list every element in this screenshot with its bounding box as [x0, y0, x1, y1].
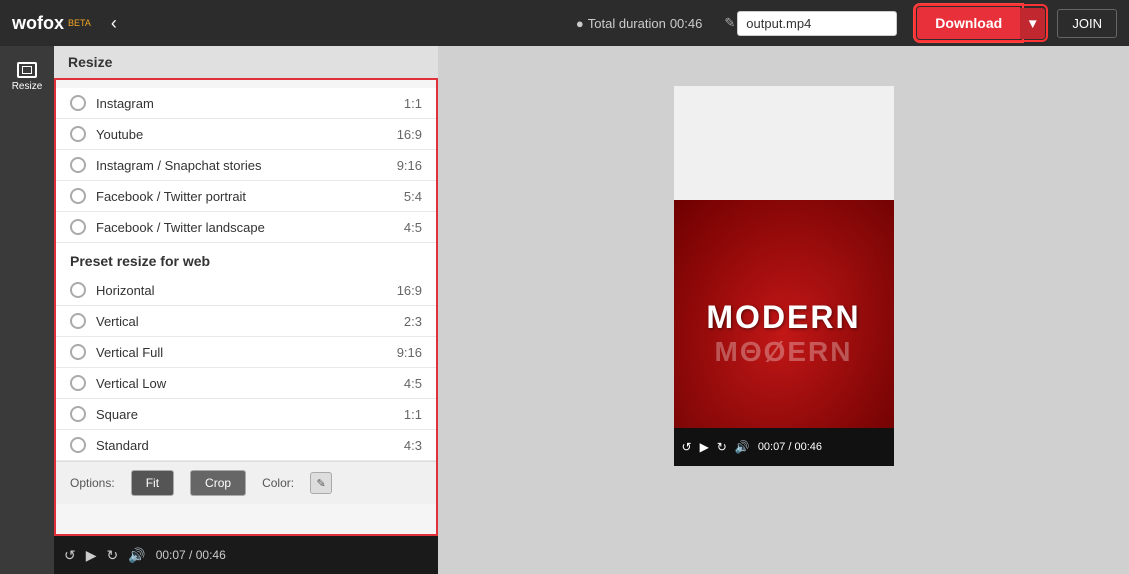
preview-text-sub: MΘØERN: [715, 336, 853, 368]
preview-forward-icon[interactable]: ↻: [717, 440, 727, 454]
options-row: Options: Fit Crop Color: ✎: [70, 470, 422, 496]
preset-label: Square: [96, 407, 404, 422]
total-duration: ● Total duration 00:46: [576, 16, 702, 31]
sidebar-item-resize[interactable]: Resize: [8, 54, 47, 100]
preset-ratio: 4:3: [404, 438, 422, 453]
preset-label: Horizontal: [96, 283, 397, 298]
preview-bottom-bar: ↺ ▶ ↻ 🔊 00:07 / 00:46: [674, 428, 894, 466]
preset-label: Vertical: [96, 314, 404, 329]
radio-square[interactable]: [70, 406, 86, 422]
clock-icon: ●: [576, 16, 584, 31]
preview-text-main: MODERN: [706, 299, 860, 336]
forward-button[interactable]: ↻: [107, 547, 119, 564]
radio-youtube[interactable]: [70, 126, 86, 142]
color-picker-icon[interactable]: ✎: [310, 472, 332, 494]
time-display: 00:07 / 00:46: [156, 548, 226, 562]
preview-container: MODERN MΘØERN ↺ ▶ ↻ 🔊 00:07 / 00:46: [674, 86, 894, 466]
preview-play-icon[interactable]: ▶: [700, 440, 709, 454]
preset-ratio: 5:4: [404, 189, 422, 204]
color-label: Color:: [262, 476, 294, 490]
panel-bottom-bar: ↺ ▶ ↻ 🔊 00:07 / 00:46: [54, 536, 438, 574]
preset-list: Instagram 1:1 Youtube 16:9 Instagram / S…: [56, 80, 436, 512]
radio-facebook-landscape[interactable]: [70, 219, 86, 235]
preview-volume-icon[interactable]: 🔊: [735, 440, 750, 454]
radio-instagram[interactable]: [70, 95, 86, 111]
list-item[interactable]: Instagram / Snapchat stories 9:16: [56, 150, 436, 181]
list-item[interactable]: Vertical Low 4:5: [56, 368, 436, 399]
total-duration-label: Total duration: [588, 16, 666, 31]
preset-label: Youtube: [96, 127, 397, 142]
list-item[interactable]: Vertical 2:3: [56, 306, 436, 337]
volume-button[interactable]: 🔊: [128, 547, 145, 564]
options-footer: Options: Fit Crop Color: ✎: [56, 461, 436, 504]
preset-label: Instagram: [96, 96, 404, 111]
preset-ratio: 4:5: [404, 220, 422, 235]
radio-vertical-full[interactable]: [70, 344, 86, 360]
radio-standard[interactable]: [70, 437, 86, 453]
preset-label: Standard: [96, 438, 404, 453]
filename-input[interactable]: [737, 11, 897, 36]
radio-instagram-stories[interactable]: [70, 157, 86, 173]
main-content: Resize Resize Instagram 1:1 Youtube 16:9: [0, 46, 1129, 574]
download-dropdown-button[interactable]: ▼: [1020, 8, 1045, 39]
preset-ratio: 1:1: [404, 96, 422, 111]
resize-panel-title: Resize: [68, 54, 112, 70]
resize-icon: [17, 62, 37, 78]
preset-label: Facebook / Twitter landscape: [96, 220, 404, 235]
preset-label: Vertical Full: [96, 345, 397, 360]
preset-ratio: 4:5: [404, 376, 422, 391]
sidebar: Resize: [0, 46, 54, 574]
play-button[interactable]: ▶: [86, 547, 97, 564]
preview-area: MODERN MΘØERN ↺ ▶ ↻ 🔊 00:07 / 00:46: [438, 46, 1129, 574]
preset-ratio: 2:3: [404, 314, 422, 329]
list-item[interactable]: Youtube 16:9: [56, 119, 436, 150]
radio-vertical-low[interactable]: [70, 375, 86, 391]
crop-button[interactable]: Crop: [190, 470, 246, 496]
preview-top-blank: [674, 86, 894, 200]
list-item[interactable]: Instagram 1:1: [56, 88, 436, 119]
edit-icon: ✎: [724, 15, 735, 31]
logo: wofox BETA: [12, 13, 91, 34]
list-item[interactable]: Vertical Full 9:16: [56, 337, 436, 368]
resize-panel-content: Instagram 1:1 Youtube 16:9 Instagram / S…: [54, 78, 438, 536]
total-duration-value: 00:46: [670, 16, 703, 31]
logo-text: wofox: [12, 13, 64, 34]
preset-ratio: 16:9: [397, 283, 422, 298]
radio-vertical[interactable]: [70, 313, 86, 329]
preview-time-display: 00:07 / 00:46: [758, 441, 822, 453]
options-label: Options:: [70, 476, 115, 490]
resize-panel: Resize Instagram 1:1 Youtube 16:9 Instag…: [54, 46, 438, 574]
header: wofox BETA ‹ ● Total duration 00:46 ✎ Do…: [0, 0, 1129, 46]
preset-ratio: 16:9: [397, 127, 422, 142]
logo-beta: BETA: [68, 18, 91, 28]
preset-label: Facebook / Twitter portrait: [96, 189, 404, 204]
download-button[interactable]: Download: [917, 7, 1020, 39]
sidebar-item-label: Resize: [12, 81, 43, 92]
preset-label: Vertical Low: [96, 376, 404, 391]
preview-image: MODERN MΘØERN: [674, 200, 894, 466]
preset-ratio: 9:16: [397, 345, 422, 360]
list-item[interactable]: Square 1:1: [56, 399, 436, 430]
list-item[interactable]: Horizontal 16:9: [56, 275, 436, 306]
preview-rewind-icon[interactable]: ↺: [682, 440, 692, 454]
resize-panel-header: Resize: [54, 46, 438, 78]
preset-ratio: 9:16: [397, 158, 422, 173]
rewind-button[interactable]: ↺: [64, 547, 76, 564]
fit-button[interactable]: Fit: [131, 470, 174, 496]
list-item[interactable]: Facebook / Twitter portrait 5:4: [56, 181, 436, 212]
back-button[interactable]: ‹: [111, 13, 117, 34]
web-section-title: Preset resize for web: [56, 243, 436, 275]
radio-horizontal[interactable]: [70, 282, 86, 298]
preset-label: Instagram / Snapchat stories: [96, 158, 397, 173]
preset-ratio: 1:1: [404, 407, 422, 422]
list-item[interactable]: Facebook / Twitter landscape 4:5: [56, 212, 436, 243]
join-button[interactable]: JOIN: [1057, 9, 1117, 38]
list-item[interactable]: Standard 4:3: [56, 430, 436, 461]
radio-facebook-portrait[interactable]: [70, 188, 86, 204]
